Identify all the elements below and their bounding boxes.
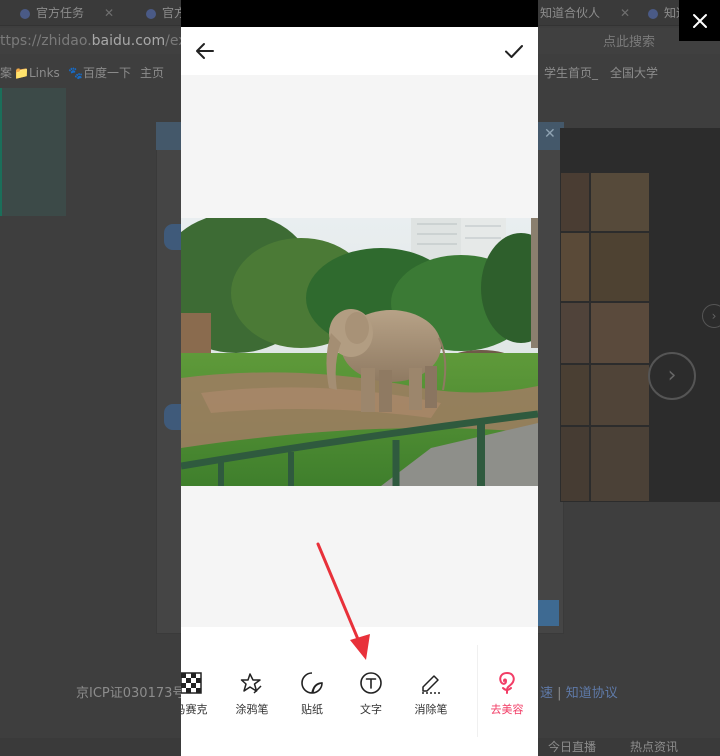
beauty-icon xyxy=(499,672,515,694)
tool-doodle-pen[interactable]: 涂鸦笔 xyxy=(222,671,282,717)
gallery-thumbnail xyxy=(560,426,590,502)
baidu-paw-icon xyxy=(20,8,30,19)
gallery-thumbnail xyxy=(560,232,590,302)
screen: 官方任务 ✕ 官方 知道合伙人 ✕ 知道 ttps://zhidao.baidu.c… xyxy=(0,0,720,756)
background-side-strip xyxy=(0,88,66,216)
gallery-thumbnail xyxy=(590,172,650,232)
status-item[interactable]: 今日直播 xyxy=(548,738,596,756)
bookmark-item[interactable]: 学生首页_ xyxy=(544,62,598,84)
doodle-pen-icon xyxy=(240,673,262,694)
footer-link[interactable]: 速 xyxy=(540,686,553,701)
check-icon[interactable] xyxy=(502,39,526,63)
elephant-photo xyxy=(181,218,538,486)
background-avatar xyxy=(164,404,182,430)
background-close-icon[interactable]: ✕ xyxy=(544,126,556,142)
editor-title-bar xyxy=(181,27,538,75)
tool-mosaic[interactable]: 马赛克 xyxy=(181,671,221,717)
sticker-icon xyxy=(301,672,323,694)
browser-tab[interactable]: 官方任务 ✕ xyxy=(20,2,114,24)
bookmark-item[interactable]: 主页 xyxy=(140,62,164,84)
bookmark-item[interactable]: 案 xyxy=(0,62,12,84)
gallery-thumbnail xyxy=(590,364,650,426)
tool-sticker[interactable]: 贴纸 xyxy=(282,671,342,717)
gallery-thumbnail xyxy=(560,172,590,232)
search-label[interactable]: 点此搜索 xyxy=(603,31,655,50)
gallery-scroll-icon[interactable]: › xyxy=(702,304,720,328)
close-icon xyxy=(692,13,707,28)
status-item[interactable]: 热点资讯 xyxy=(630,738,678,756)
bookmark-item[interactable]: 📁 Links xyxy=(14,62,60,84)
gallery-thumbnail xyxy=(560,364,590,426)
text-icon xyxy=(360,672,382,694)
close-tab-icon[interactable]: ✕ xyxy=(620,6,630,20)
gallery-next-icon[interactable]: › xyxy=(648,352,696,400)
gallery-thumbnail xyxy=(590,232,650,302)
editor-toolbar: 马赛克 涂鸦笔 贴纸 文字 xyxy=(181,627,538,756)
phone-photo-editor: 马赛克 涂鸦笔 贴纸 文字 xyxy=(181,0,538,756)
viewer-close-button[interactable] xyxy=(679,0,720,41)
browser-tab[interactable]: 知道合伙人 ✕ xyxy=(540,2,630,24)
tool-beauty[interactable]: 去美容 xyxy=(477,671,537,717)
footer-links: 速 | 知道协议 xyxy=(540,686,618,701)
baidu-paw-icon xyxy=(146,8,156,19)
close-tab-icon[interactable]: ✕ xyxy=(104,6,114,20)
tool-eraser-pen[interactable]: 消除笔 xyxy=(401,671,461,717)
baidu-paw-icon xyxy=(648,8,658,19)
tool-text[interactable]: 文字 xyxy=(341,671,401,717)
phone-status-bar xyxy=(181,0,538,27)
footer-link[interactable]: 知道协议 xyxy=(566,686,618,701)
eraser-pen-icon xyxy=(422,675,440,694)
bookmark-item[interactable]: 🐾 百度一下 xyxy=(68,62,131,84)
background-green-line xyxy=(0,88,2,216)
background-avatar xyxy=(164,224,182,250)
gallery-thumbnail xyxy=(560,302,590,364)
gallery-thumbnail xyxy=(590,426,650,502)
footer-icp: 京ICP证030173号 xyxy=(76,686,186,701)
elephant-photo-image xyxy=(181,218,538,486)
browser-tab[interactable]: 官方 xyxy=(146,2,186,24)
mosaic-icon xyxy=(181,672,202,694)
arrow-left-icon[interactable] xyxy=(193,39,217,63)
gallery-thumbnail xyxy=(590,302,650,364)
background-gallery xyxy=(560,128,720,502)
bookmark-item[interactable]: 全国大学 xyxy=(610,62,658,84)
